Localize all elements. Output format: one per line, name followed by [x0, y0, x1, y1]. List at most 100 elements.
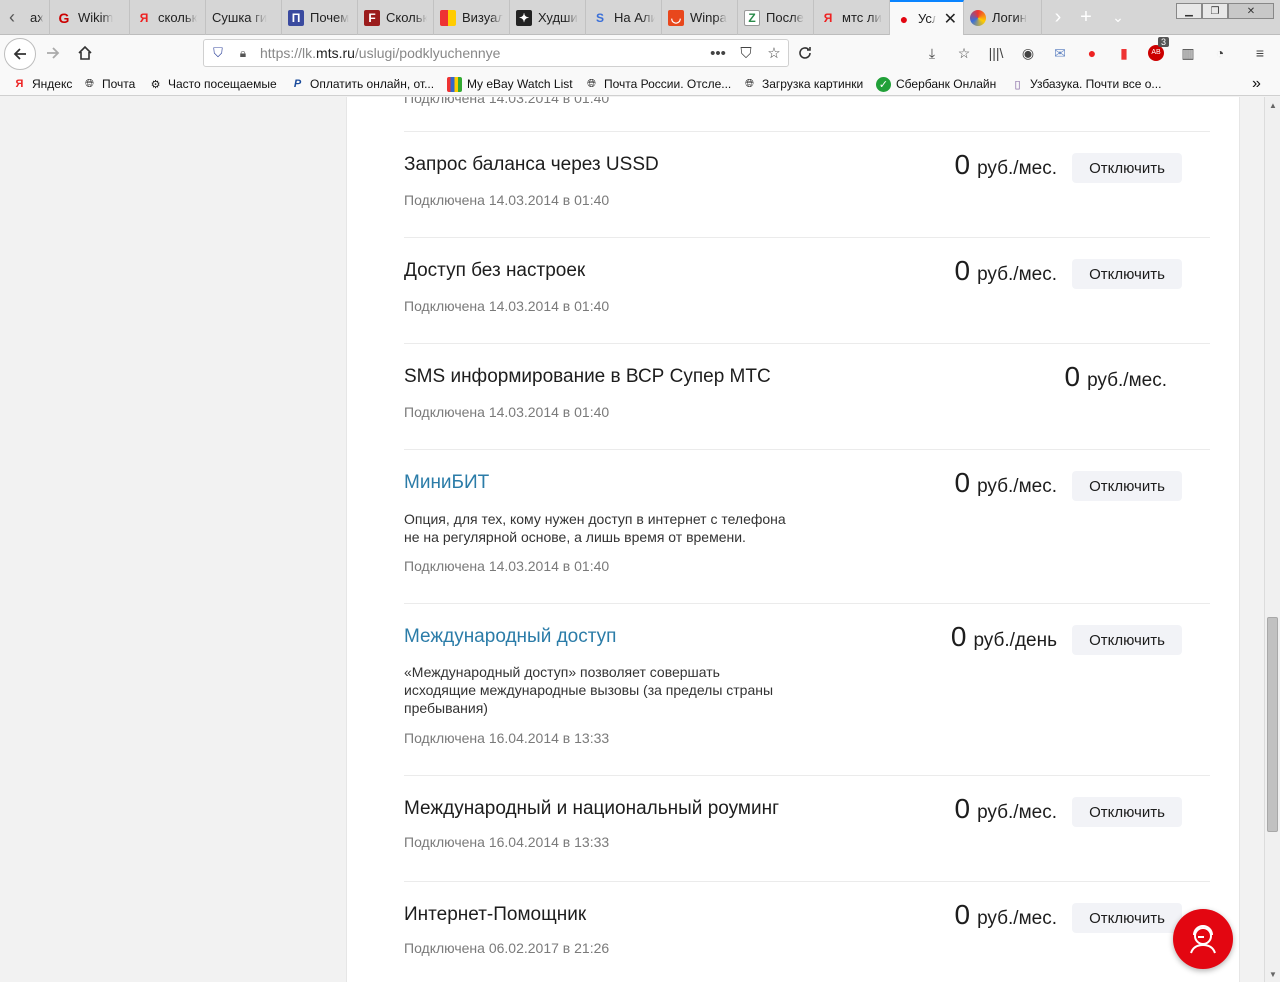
scroll-down-arrow-icon[interactable]: ▼ [1265, 966, 1280, 982]
tab[interactable]: П Почем [282, 0, 358, 35]
page-viewport: Подключена 14.03.2014 в 01:40 Запрос бал… [0, 97, 1264, 982]
extension-globe-icon[interactable]: ◉ [1018, 43, 1038, 63]
tab-scroll-right-button[interactable]: › [1046, 0, 1070, 35]
site-icon [970, 9, 986, 26]
home-button[interactable] [70, 39, 100, 67]
tab[interactable]: ◡ Winpa [662, 0, 738, 35]
forward-button[interactable] [38, 39, 68, 67]
tab[interactable]: F Скольк [358, 0, 434, 35]
vertical-scrollbar[interactable]: ▲ ▼ [1264, 97, 1280, 982]
tab-active[interactable]: ● Усл ✕ [890, 0, 964, 35]
service-date: Подключена 14.03.2014 в 01:40 [404, 558, 610, 574]
tab[interactable]: Я скольк [130, 0, 206, 35]
library-icon[interactable]: |||\ [986, 43, 1006, 63]
maximize-button[interactable]: ❐ [1202, 3, 1228, 19]
new-tab-button[interactable]: + [1072, 0, 1100, 35]
close-tab-icon[interactable]: ✕ [944, 9, 957, 29]
site-icon: S [595, 10, 604, 25]
adblock-icon[interactable]: AB 3 [1146, 37, 1170, 63]
disconnect-button[interactable]: Отключить [1072, 153, 1182, 183]
disconnect-button[interactable]: Отключить [1072, 625, 1182, 655]
tab-label: Winpa [690, 10, 727, 25]
price-amount: 0 [954, 793, 971, 824]
back-button[interactable] [4, 38, 36, 70]
star-list-icon[interactable]: ☆ [954, 43, 974, 63]
tracking-shield-icon[interactable]: ⛉ [204, 45, 232, 61]
url-prefix: https://lk. [260, 45, 317, 61]
tab-list-button[interactable]: ⌄ [1104, 0, 1132, 35]
url-bar[interactable]: ⛉ 🔒︎ https://lk.mts.ru/uslugi/podklyuche… [203, 39, 789, 67]
tab[interactable]: Z После [738, 0, 814, 35]
bookmark-label: Сбербанк Онлайн [896, 77, 997, 91]
tab[interactable]: Визуал [434, 0, 510, 35]
disconnect-button[interactable]: Отключить [1072, 797, 1182, 827]
tab-scroll-left-button[interactable]: ‹ [0, 0, 24, 35]
url-text[interactable]: https://lk.mts.ru/uslugi/podklyuchennye [254, 45, 704, 61]
bookmark-item[interactable]: 🌐︎ Почта России. Отсле... [584, 75, 731, 93]
mail-icon[interactable]: ✉ [1050, 43, 1070, 63]
download-icon[interactable]: ⤓ [922, 43, 942, 63]
bookmark-item[interactable]: ⚙ Часто посещаемые [148, 75, 277, 93]
service-row: Доступ без настроек 0 руб./мес. Отключит… [404, 238, 1210, 344]
tab[interactable]: ✦ Худши [510, 0, 586, 35]
ebay-icon [447, 76, 462, 92]
service-name-link[interactable]: Международный доступ [404, 626, 616, 648]
bookmark-item[interactable]: P Оплатить онлайн, от... [290, 75, 434, 93]
extension-red-icon[interactable]: ● [1082, 43, 1102, 63]
pocket-icon[interactable]: ⛉ [732, 45, 760, 62]
service-date: Подключена 16.04.2014 в 13:33 [404, 834, 610, 850]
minimize-button[interactable]: ▁ [1176, 3, 1202, 19]
service-price: 0 руб./мес. [955, 793, 1058, 825]
sberbank-icon: ✓ [876, 76, 891, 92]
tab[interactable]: ах [24, 0, 50, 35]
scrollbar-thumb[interactable] [1267, 617, 1278, 832]
reload-button[interactable] [790, 39, 820, 67]
service-description: Опция, для тех, кому нужен доступ в инте… [404, 511, 786, 545]
bookmark-item[interactable]: ▯ Узбазука. Почти все о... [1010, 75, 1161, 93]
bookmark-star-icon[interactable]: ☆ [760, 44, 788, 62]
bookmark-label: Узбазука. Почти все о... [1030, 77, 1162, 91]
service-name: Доступ без настроек [404, 260, 586, 281]
extension-flag-icon[interactable]: ▮ [1114, 43, 1134, 63]
tab[interactable]: G Wikim [50, 0, 130, 35]
account-icon[interactable]: ◔ [1210, 43, 1230, 63]
sidebar-icon[interactable]: ▥ [1178, 43, 1198, 63]
scroll-up-arrow-icon[interactable]: ▲ [1265, 97, 1280, 113]
bookmark-item[interactable]: Я Яндекс [12, 75, 73, 93]
service-date: Подключена 14.03.2014 в 01:40 [404, 404, 610, 420]
disconnect-button[interactable]: Отключить [1072, 471, 1182, 501]
globe-icon: 🌐︎ [587, 77, 596, 90]
service-price: 0 руб./день [951, 621, 1057, 653]
service-price: 0 руб./мес. [955, 467, 1058, 499]
price-unit: руб./мес. [1087, 370, 1167, 391]
service-row: МиниБИТ 0 руб./мес. Отключить Опция, для… [404, 450, 1210, 604]
service-description: «Международный доступ» позволяет соверша… [404, 664, 774, 716]
bookmark-item[interactable]: 🌐︎ Почта [82, 75, 135, 93]
price-unit: руб./мес. [977, 476, 1057, 497]
service-name-link[interactable]: МиниБИТ [404, 472, 489, 494]
bookmark-item[interactable]: 🌐︎ Загрузка картинки [742, 75, 863, 93]
disconnect-button[interactable]: Отключить [1072, 259, 1182, 289]
bookmark-item[interactable]: My eBay Watch List [447, 75, 573, 93]
tab[interactable]: Я мтс ли [814, 0, 890, 35]
tab[interactable]: Сушка ги [206, 0, 282, 35]
tab[interactable]: S На Али [586, 0, 662, 35]
page-actions-icon[interactable]: ••• [704, 45, 732, 62]
tab-label: Визуал [462, 10, 503, 25]
support-chat-button[interactable] [1173, 909, 1233, 969]
yandex-icon: Я [139, 10, 149, 25]
home-icon [78, 45, 92, 60]
menu-icon[interactable]: ≡ [1250, 43, 1270, 63]
lock-icon[interactable]: 🔒︎ [232, 46, 254, 61]
price-amount: 0 [954, 149, 971, 180]
bookmark-item[interactable]: ✓ Сбербанк Онлайн [876, 75, 996, 93]
bookmark-label: Почта России. Отсле... [604, 77, 732, 91]
tab[interactable]: Логин [964, 0, 1042, 35]
tab-label: Скольк [386, 10, 427, 25]
price-unit: руб./мес. [977, 158, 1057, 179]
tab-label: мтс ли [842, 10, 882, 25]
disconnect-button[interactable]: Отключить [1072, 903, 1182, 933]
navigation-toolbar: ⛉ 🔒︎ https://lk.mts.ru/uslugi/podklyuche… [0, 35, 1280, 71]
close-window-button[interactable]: ✕ [1228, 3, 1274, 19]
bookmarks-overflow-icon[interactable]: » [1252, 75, 1261, 93]
